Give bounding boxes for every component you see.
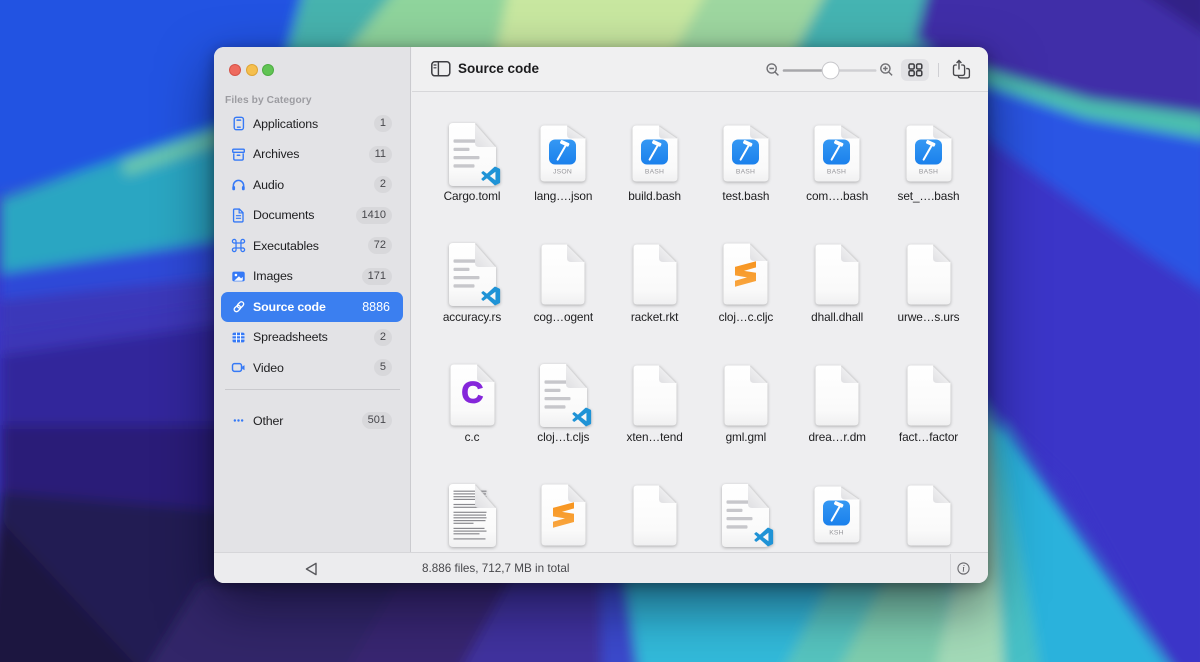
svg-text:KSH: KSH <box>829 529 844 536</box>
svg-text:JSON: JSON <box>553 168 572 175</box>
svg-text:BASH: BASH <box>827 168 846 175</box>
svg-text:i: i <box>962 564 965 574</box>
svg-text:BASH: BASH <box>918 168 937 175</box>
svg-text:BASH: BASH <box>736 168 755 175</box>
svg-text:BASH: BASH <box>644 168 663 175</box>
